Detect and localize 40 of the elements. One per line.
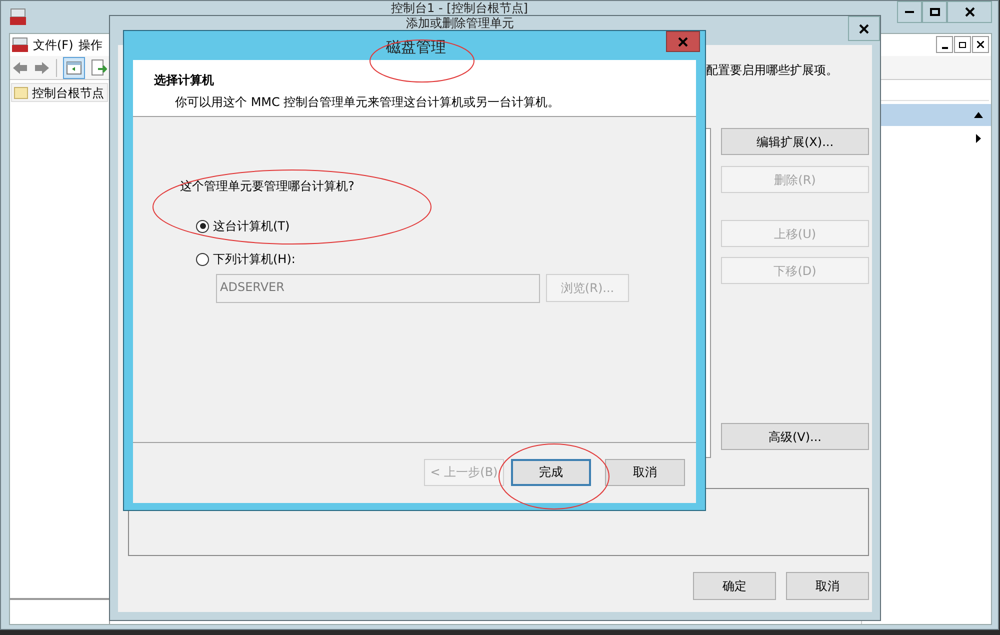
minimize-button[interactable]	[936, 36, 953, 53]
radio-option[interactable]: 这台计算机(T)	[196, 217, 696, 235]
radio-button[interactable]	[196, 252, 209, 266]
back-arrow-icon[interactable]	[12, 60, 28, 74]
dialog-title: 磁盘管理	[386, 37, 446, 58]
close-icon	[859, 24, 869, 34]
collapse-arrow-icon[interactable]	[974, 112, 983, 118]
dialog-button[interactable]: 高级(V)...	[721, 423, 869, 450]
close-button[interactable]	[947, 1, 992, 23]
console-icon	[10, 8, 26, 26]
window-title: 控制台1 - [控制台根节点]	[391, 1, 528, 15]
dialog-title: 添加或删除管理单元	[406, 16, 514, 30]
export-list-icon[interactable]	[91, 58, 107, 76]
page-heading: 选择计算机	[154, 72, 215, 89]
close-button[interactable]	[972, 36, 989, 53]
dialog-button[interactable]: 完成	[511, 458, 591, 486]
close-button[interactable]	[848, 16, 880, 41]
console-tree-icon[interactable]	[63, 56, 85, 78]
forward-arrow-icon[interactable]	[34, 60, 50, 74]
restore-button[interactable]	[954, 36, 971, 53]
tree-item[interactable]: 控制台根节点	[11, 83, 108, 102]
maximize-button[interactable]	[922, 1, 947, 23]
question-text: 这个管理单元要管理哪台计算机?	[180, 178, 356, 195]
page-description: 你可以用这个 MMC 控制台管理单元来管理这台计算机或另一台计算机。	[174, 94, 561, 111]
dialog-button[interactable]: 取消	[605, 458, 685, 486]
instruction-text: 配置要启用哪些扩展项。	[706, 63, 838, 78]
folder-icon	[14, 86, 28, 98]
minimize-button[interactable]	[897, 1, 922, 23]
radio-option[interactable]: 下列计算机(H):	[196, 250, 696, 268]
dialog-button[interactable]: 编辑扩展(X)...	[721, 128, 869, 155]
menu-item[interactable]: 文件(F)	[33, 38, 74, 52]
close-icon	[678, 36, 688, 46]
dialog-button[interactable]: 确定	[693, 572, 776, 600]
console-icon	[12, 37, 28, 53]
menu-item[interactable]: 操作	[78, 38, 102, 52]
dialog-button[interactable]: 取消	[786, 572, 869, 600]
close-icon	[964, 7, 974, 17]
submenu-arrow-icon[interactable]	[976, 134, 981, 143]
close-icon	[977, 41, 984, 48]
radio-button[interactable]	[196, 220, 209, 232]
